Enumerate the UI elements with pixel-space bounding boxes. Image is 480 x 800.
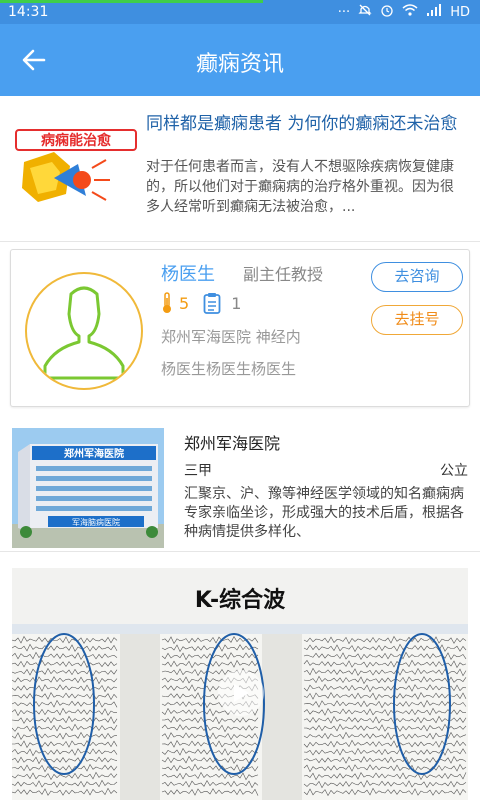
video-player[interactable]: K-综合波: [12, 568, 468, 800]
loading-progress-bar: [0, 0, 263, 3]
play-button[interactable]: [218, 670, 264, 716]
play-icon: [234, 684, 249, 702]
doctor-avatar: [25, 272, 143, 390]
hospital-list-item[interactable]: 郑州军海医院 军海脑病医院 郑州军海医院 三甲 公立 汇聚京、沪、豫等神经医学领…: [0, 420, 480, 552]
status-icons: ··· HD: [338, 3, 470, 21]
page-title: 癫痫资讯: [195, 52, 284, 77]
hospital-image-sign: 郑州军海医院: [64, 447, 124, 460]
doctor-title: 副主任教授: [243, 265, 324, 284]
network-label: HD: [450, 4, 470, 20]
news-list-item[interactable]: 病痫能治愈 同样都是癫痫患者 为何你的癫痫还未治愈 对于任何患者而言，没有人不想…: [0, 96, 480, 242]
person-placeholder-icon: [39, 286, 129, 380]
hospital-grade: 三甲: [184, 463, 212, 479]
thermometer-icon: [163, 292, 171, 313]
clipboard-icon: [203, 293, 221, 314]
hospital-type: 公立: [440, 463, 468, 479]
doctor-name: 杨医生: [161, 264, 215, 285]
news-thumb-text: 病痫能治愈: [41, 132, 112, 149]
news-title: 同样都是癫痫患者 为何你的癫痫还未治愈: [146, 114, 458, 134]
news-summary: 对于任何患者而言，没有人不想驱除疾病恢复健康的，所以他们对于癫痫病的治疗格外重视…: [146, 159, 454, 215]
wifi-icon: [402, 4, 418, 20]
doctor-hospital-dept: 郑州军海医院 神经内: [161, 328, 301, 346]
news-thumbnail: 病痫能治愈: [14, 122, 138, 214]
article-count: 1: [231, 293, 242, 313]
hospital-image: 郑州军海医院 军海脑病医院: [12, 428, 164, 548]
signal-icon: [426, 4, 442, 20]
doctor-intro: 杨医生杨医生杨医生: [161, 360, 297, 378]
hospital-image-footer: 军海脑病医院: [72, 517, 120, 527]
status-time: 14:31: [8, 4, 49, 20]
hospital-name: 郑州军海医院: [184, 434, 281, 453]
video-title: K-综合波: [194, 588, 286, 613]
app-bar: 癫痫资讯: [0, 24, 480, 96]
mute-icon: [358, 3, 372, 21]
heat-value: 5: [179, 293, 190, 313]
status-bar: 14:31 ··· HD: [0, 0, 480, 24]
doctor-stats: 5 1: [161, 292, 241, 314]
consult-button[interactable]: 去咨询: [371, 262, 463, 292]
alarm-icon: [380, 3, 394, 21]
register-button[interactable]: 去挂号: [371, 305, 463, 335]
doctor-card[interactable]: 杨医生 副主任教授 5 1 郑州军海医院 神经内 杨医生杨医生杨医生 去咨询 去…: [10, 249, 470, 407]
hospital-description: 汇聚京、沪、豫等神经医学领域的知名癫痫病专家亲临坐诊，形成强大的技术后盾，根据各…: [184, 486, 464, 540]
more-icon: ···: [337, 4, 351, 20]
